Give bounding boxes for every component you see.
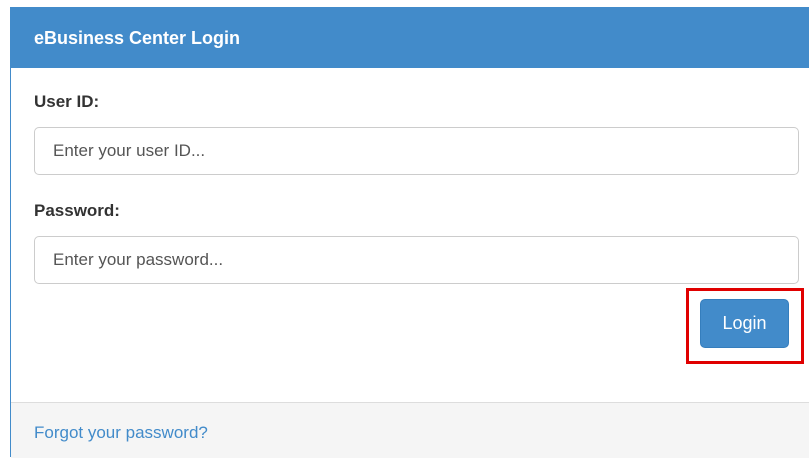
panel-title: eBusiness Center Login: [11, 8, 809, 68]
login-button[interactable]: Login: [700, 299, 789, 348]
user-id-label: User ID:: [34, 92, 100, 111]
password-label: Password:: [34, 201, 120, 220]
panel-footer: Forgot your password?: [11, 402, 809, 458]
password-input[interactable]: [34, 236, 799, 284]
user-id-input[interactable]: [34, 127, 799, 175]
forgot-password-link[interactable]: Forgot your password?: [34, 423, 208, 443]
login-panel: eBusiness Center Login User ID: Password…: [10, 7, 809, 458]
